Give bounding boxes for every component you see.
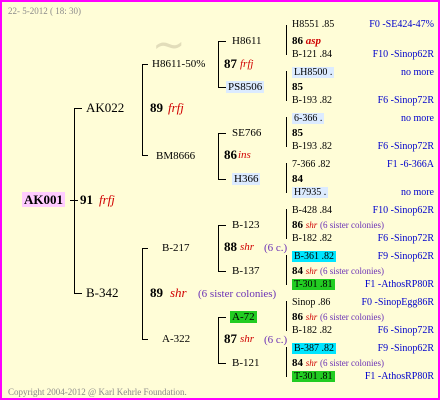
gen3-d2-name[interactable]: B-121 xyxy=(232,357,260,369)
footer-copyright: Copyright 2004-2012 @ Karl Kehrle Founda… xyxy=(8,387,187,397)
gen3-b1-name[interactable]: SE766 xyxy=(232,127,261,139)
gen4-right: F6 -Sinop72R xyxy=(377,95,434,106)
gen2-d-score: 87 xyxy=(224,331,237,346)
gen4-name[interactable]: B-121 .84 xyxy=(292,49,332,61)
gen3-a2-score: 85 xyxy=(292,81,303,93)
gen1-top-name[interactable]: AK022 xyxy=(86,101,124,114)
gen4-name[interactable]: B-428 .84 xyxy=(292,205,332,217)
root-node[interactable]: AK001 xyxy=(22,192,65,207)
gen4-right: F6 -Sinop72R xyxy=(377,141,434,152)
gen4-right: F1 -AthosRP80R xyxy=(364,371,434,382)
gen1-top-score: 89 xyxy=(150,100,163,115)
gen4-name[interactable]: T-301 .81 xyxy=(292,279,335,291)
root-score: 91 xyxy=(80,192,93,207)
gen4-name[interactable]: T-301 .81 xyxy=(292,371,335,383)
gen2-c-name[interactable]: B-217 xyxy=(162,242,190,254)
gen4-right: F0 -SinopEgg86R xyxy=(361,297,434,308)
gen3-b2-name[interactable]: H366 xyxy=(232,173,261,185)
gen3-a1-name[interactable]: H8611 xyxy=(232,35,262,47)
gen1-top-tag: frfj xyxy=(168,100,184,115)
gen4-name[interactable]: B-361 .82 xyxy=(292,251,336,263)
gen2-b-score: 86 xyxy=(224,147,237,162)
gen4-name[interactable]: 7-366 .82 xyxy=(292,159,330,171)
gen4-right: F6 -Sinop72R xyxy=(377,325,434,336)
gen4-right: F10 -Sinop62R xyxy=(372,205,434,216)
gen4-name[interactable]: B-193 .82 xyxy=(292,141,332,153)
gen2-b-name[interactable]: BM8666 xyxy=(156,150,195,162)
gen2-b-tag: ins xyxy=(238,149,251,161)
gen4-right: F0 -SE424-47% xyxy=(369,19,434,30)
gen3-d1-score: 86 shr (6 sister colonies) xyxy=(292,311,384,323)
gen2-a-name[interactable]: H8611-50% xyxy=(152,58,205,70)
gen2-c-note: (6 c.) xyxy=(264,242,288,254)
gen3-c1-score: 86 shr (6 sister colonies) xyxy=(292,219,384,231)
gen4-name[interactable]: LH8500 . xyxy=(292,67,335,79)
gen1-bottom-name[interactable]: B-342 xyxy=(86,286,119,299)
gen4-name[interactable]: B-387 .82 xyxy=(292,343,336,355)
gen3-c1-name[interactable]: B-123 xyxy=(232,219,260,231)
gen2-c-score: 88 xyxy=(224,239,237,254)
gen4-right: no more xyxy=(400,187,434,198)
gen4-name[interactable]: 6-366 . xyxy=(292,113,325,125)
gen2-c-tag: shr xyxy=(240,241,255,253)
gen4-right: F1 -6-366A xyxy=(387,159,434,170)
gen4-right: F1 -AthosRP80R xyxy=(364,279,434,290)
gen4-right: F10 -Sinop62R xyxy=(372,49,434,60)
gen4-name[interactable]: B-182 .82 xyxy=(292,233,332,245)
root-name[interactable]: AK001 xyxy=(22,192,65,207)
gen4-right: F9 -Sinop62R xyxy=(377,251,434,262)
gen2-a-tag: frfj xyxy=(240,58,254,70)
gen4-right: no more xyxy=(400,67,434,78)
gen3-d1-name[interactable]: A-72 xyxy=(230,311,257,323)
gen2-a-score: 87 xyxy=(224,56,237,71)
gen1-bottom-tag: shr xyxy=(170,285,187,300)
gen4-name[interactable]: H7935 . xyxy=(292,187,329,199)
gen2-d-name[interactable]: A-322 xyxy=(162,333,190,345)
gen4-right: F6 -Sinop72R xyxy=(377,233,434,244)
gen3-a1-score: 86 asp xyxy=(292,35,322,47)
gen3-d2-score: 84 shr (6 sister colonies) xyxy=(292,357,384,369)
root-tag: frfj xyxy=(99,192,115,207)
gen4-name[interactable]: B-193 .82 xyxy=(292,95,332,107)
gen3-c2-name[interactable]: B-137 xyxy=(232,265,260,277)
gen4-right: no more xyxy=(400,113,434,124)
header-date: 22- 5-2012 ( 18: 30) xyxy=(8,6,81,16)
gen3-b2-score: 84 xyxy=(292,173,303,185)
gen2-d-note: (6 c.) xyxy=(264,334,288,346)
gen4-right: F9 -Sinop62R xyxy=(377,343,434,354)
gen1-bottom-score: 89 xyxy=(150,285,163,300)
pedigree-panel: ~ 22- 5-2012 ( 18: 30) AK001 91 frfj AK0… xyxy=(0,0,440,400)
gen4-name[interactable]: Sinop .86 xyxy=(292,297,330,309)
gen4-name[interactable]: H8551 .85 xyxy=(292,19,334,31)
gen3-c2-score: 84 shr (6 sister colonies) xyxy=(292,265,384,277)
gen2-d-tag: shr xyxy=(240,333,255,345)
gen1-bottom-note: (6 sister colonies) xyxy=(198,288,277,300)
gen3-a2-name[interactable]: PS8506 xyxy=(226,81,265,93)
gen4-name[interactable]: B-182 .82 xyxy=(292,325,332,337)
gen3-b1-score: 85 xyxy=(292,127,303,139)
